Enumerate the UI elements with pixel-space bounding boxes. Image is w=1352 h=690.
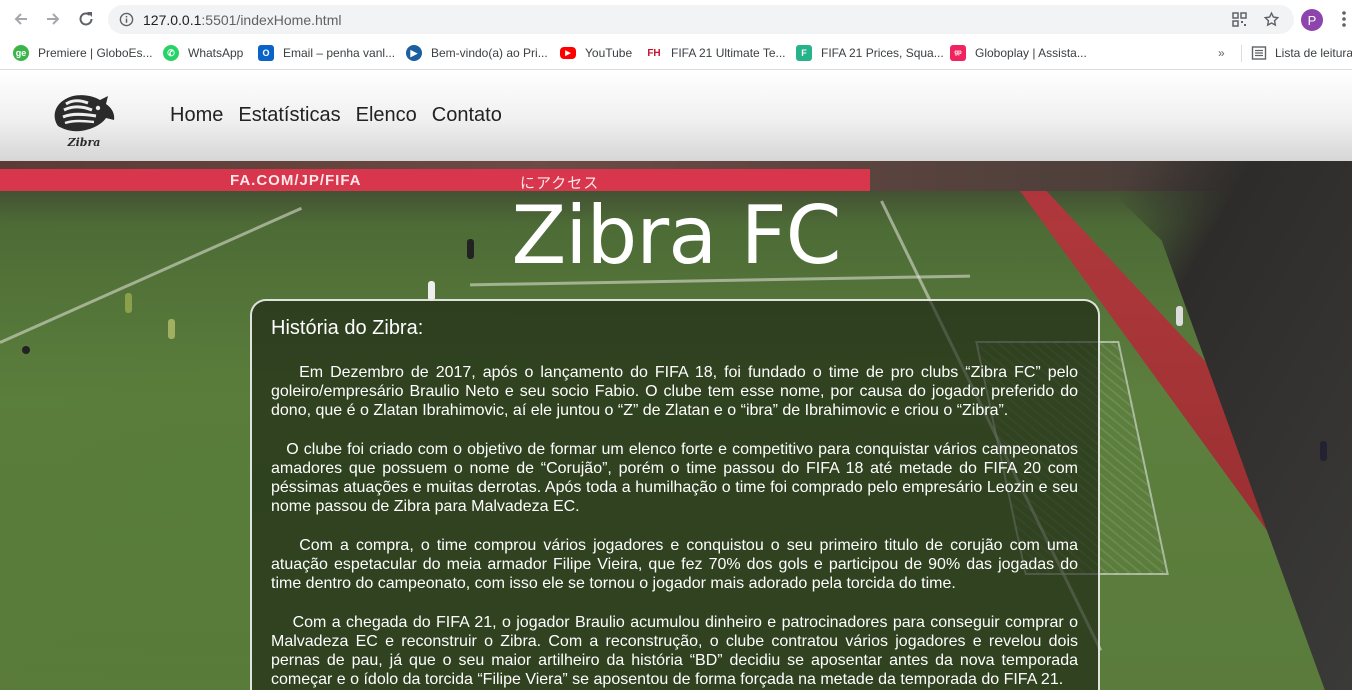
bookmark-whatsapp[interactable]: ✆ WhatsApp [163,44,243,62]
more-vertical-icon [1342,11,1346,27]
main-nav: Home Estatísticas Elenco Contato [170,104,502,127]
nav-home[interactable]: Home [170,104,223,127]
reload-button[interactable] [75,8,97,30]
outlook-icon: O [258,45,274,61]
nav-estatisticas[interactable]: Estatísticas [238,104,340,127]
bookmark-label: FIFA 21 Prices, Squa... [821,46,944,60]
zibra-logo[interactable]: Zibra [48,88,120,150]
zebra-logo-icon: Zibra [54,95,115,149]
reading-list-icon [1251,46,1267,60]
history-paragraph: Em Dezembro de 2017, após o lançamento d… [271,364,1083,419]
youtube-icon: ▶ [560,47,576,59]
hero-section: FA.COM/JP/FIFA にアクセス Zibra FC História d… [0,161,1352,690]
reload-icon [79,12,93,26]
bookmark-futhead[interactable]: FH FIFA 21 Ultimate Te... [646,44,786,62]
globoplay-icon: gp [950,45,966,61]
profile-avatar[interactable]: P [1301,9,1323,31]
bookmarks-bar: ge Premiere | GloboEs... ✆ WhatsApp O Email… [0,38,1352,70]
history-paragraph: Com a chegada do FIFA 21, o jogador Brau… [271,614,1083,688]
bookmarks-divider [1241,45,1242,62]
bookmark-label: Premiere | GloboEs... [38,46,153,60]
back-button[interactable] [10,8,32,30]
futhead-icon: FH [646,45,662,61]
player [428,281,435,301]
player [1176,306,1183,326]
url-host: 127.0.0.1 [143,12,202,28]
bookmark-label: YouTube [585,46,633,60]
adboard-text: FA.COM/JP/FIFA [230,172,362,189]
globoesporte-icon: ge [13,45,29,61]
bookmark-prime-video[interactable]: ▶ Bem-vindo(a) ao Pri... [406,44,548,62]
info-icon [119,12,134,27]
bookmark-label: FIFA 21 Ultimate Te... [671,46,786,60]
address-bar[interactable]: 127.0.0.1:5501/indexHome.html [108,5,1294,34]
reading-list-label: Lista de leitura [1275,46,1352,60]
url-path: :5501/indexHome.html [201,12,342,28]
site-header: Zibra Home Estatísticas Elenco Contato [0,70,1352,161]
bookmark-label: Email – penha vanl... [283,46,396,60]
player [168,319,175,339]
bookmark-youtube[interactable]: ▶ YouTube [560,44,632,62]
bookmarks-overflow-button[interactable]: » [1218,44,1225,62]
hero-title: Zibra FC [511,189,841,282]
star-bookmark-icon[interactable] [1263,11,1280,28]
logo-text: Zibra [67,136,101,149]
bookmark-globoplay[interactable]: gp Globoplay | Assista... [950,44,1087,62]
history-paragraph: O clube foi criado com o objetivo de for… [271,441,1083,515]
futbin-icon: F [796,45,812,61]
prime-video-icon: ▶ [406,45,422,61]
nav-contato[interactable]: Contato [432,104,502,127]
history-card: História do Zibra: Em Dezembro de 2017, … [250,299,1100,690]
browser-toolbar: 127.0.0.1:5501/indexHome.html P [0,0,1352,38]
reading-list-button[interactable]: Lista de leitura [1251,44,1352,62]
bookmark-label: Globoplay | Assista... [975,46,1087,60]
bookmark-label: WhatsApp [188,46,244,60]
bookmark-futbin[interactable]: F FIFA 21 Prices, Squa... [796,44,944,62]
qr-code-icon[interactable] [1232,12,1247,27]
bookmark-label: Bem-vindo(a) ao Pri... [431,46,548,60]
player [1320,441,1327,461]
url-text: 127.0.0.1:5501/indexHome.html [143,12,341,28]
player [125,293,132,313]
history-heading: História do Zibra: [271,317,424,339]
arrow-right-icon [47,13,60,25]
bookmark-globoesporte[interactable]: ge Premiere | GloboEs... [13,44,153,62]
arrow-left-icon [14,13,27,25]
bookmark-email[interactable]: O Email – penha vanl... [258,44,395,62]
nav-elenco[interactable]: Elenco [356,104,417,127]
ball [22,346,30,354]
browser-menu-button[interactable] [1333,8,1352,30]
advertising-board: FA.COM/JP/FIFA にアクセス [0,169,870,192]
history-paragraph: Com a compra, o time comprou vários joga… [271,537,1083,592]
forward-button[interactable] [42,8,64,30]
whatsapp-icon: ✆ [163,45,179,61]
double-chevron-right-icon: » [1218,46,1225,60]
